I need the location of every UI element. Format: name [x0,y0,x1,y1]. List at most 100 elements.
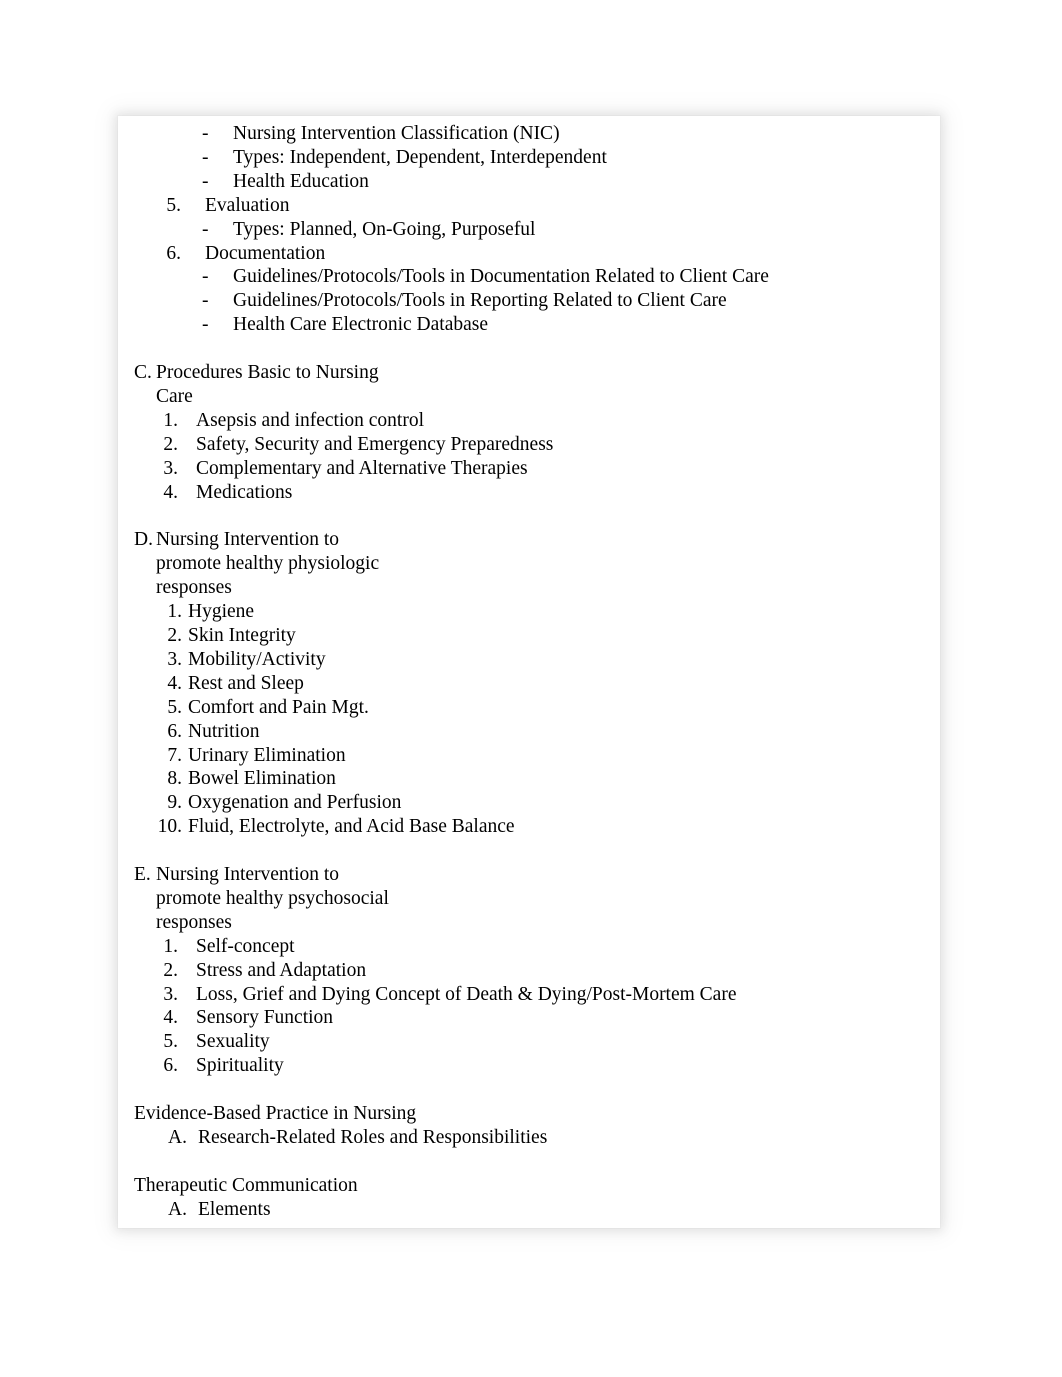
section-title: Therapeutic Communication [134,1174,358,1196]
document-page: - Nursing Intervention Classification (N… [118,116,940,1228]
section-title-continued: Care [156,385,193,407]
list-number: 8. [167,768,182,790]
section-title: Procedures Basic to Nursing [156,362,379,384]
list-item-label: Sensory Function [196,1007,334,1029]
list-number: 5. [163,1031,178,1053]
outline-section-evidence-based-practice: Evidence-Based Practice in Nursing A. Re… [118,1102,940,1150]
list-number: 1. [167,601,182,623]
list-item: 2. Safety, Security and Emergency Prepar… [118,433,940,457]
list-item-label: Documentation [205,242,326,264]
list-item-label: Self-concept [196,935,295,957]
list-letter: A. [168,1198,187,1220]
list-item: 1. Asepsis and infection control [118,409,940,433]
section-d-list: 1. Hygiene 2. Skin Integrity 3. Mobility… [118,600,940,839]
section-title-continued-2: responses [156,577,232,599]
dash-list-item: - Health Education [118,170,940,194]
list-item-label: Fluid, Electrolyte, and Acid Base Balanc… [188,816,515,838]
section-title-continued-2: responses [156,911,232,933]
section-heading-c: C. Procedures Basic to Nursing Care [118,361,940,409]
list-item: 4. Sensory Function [118,1006,940,1030]
list-item-label: Spirituality [196,1055,284,1077]
list-item: 3. Mobility/Activity [118,648,940,672]
dash-list-item: - Types: Planned, On-Going, Purposeful [118,218,940,242]
dash-bullet-icon: - [202,314,209,336]
list-item-label: Evaluation [205,194,290,216]
list-item: 2. Stress and Adaptation [118,959,940,983]
dash-item-label: Guidelines/Protocols/Tools in Documentat… [233,266,769,288]
list-number: 1. [163,409,178,431]
list-item: 10. Fluid, Electrolyte, and Acid Base Ba… [118,815,940,839]
list-number: 9. [167,792,182,814]
outline-section-c: C. Procedures Basic to Nursing Care 1. A… [118,361,940,504]
list-item: 2. Skin Integrity [118,624,940,648]
list-item: 5. Sexuality [118,1030,940,1054]
list-item-label: Loss, Grief and Dying Concept of Death &… [196,983,737,1005]
list-number: 6. [167,720,182,742]
list-number: 4. [163,1007,178,1029]
section-c-list: 1. Asepsis and infection control 2. Safe… [118,409,940,505]
section-title-continued: promote healthy psychosocial [156,887,389,909]
dash-list-item: - Health Care Electronic Database [118,313,940,337]
list-item-label: Asepsis and infection control [196,409,424,431]
dash-list-item: - Types: Independent, Dependent, Interde… [118,146,940,170]
list-letter: A. [168,1127,187,1148]
section-heading-d: D. Nursing Intervention to promote healt… [118,528,940,600]
screenshot-canvas: - Nursing Intervention Classification (N… [0,0,1062,1377]
list-item-label: Elements [198,1198,271,1220]
dash-bullet-icon: - [202,218,209,240]
list-item-label: Mobility/Activity [188,648,326,670]
list-item: 8. Bowel Elimination [118,767,940,791]
list-item-label: Skin Integrity [188,625,296,646]
list-item-label: Hygiene [188,601,255,623]
dash-bullet-icon: - [202,266,209,288]
numbered-list-item-documentation: 6. Documentation [118,242,940,266]
section-heading-e: E. Nursing Intervention to promote healt… [118,863,940,935]
dash-item-label: Types: Planned, On-Going, Purposeful [233,218,536,240]
document-text-body: - Nursing Intervention Classification (N… [118,116,940,1222]
numbered-list-item-evaluation: 5. Evaluation [118,194,940,218]
list-item: 4. Rest and Sleep [118,672,940,696]
section-e-list: 1. Self-concept 2. Stress and Adaptation… [118,935,940,1078]
list-number: 4. [167,672,182,694]
list-number: 5. [166,194,181,216]
list-item-label: Sexuality [196,1031,270,1053]
list-number: 4. [163,481,178,503]
list-item-label: Complementary and Alternative Therapies [196,457,528,479]
list-item-label: Bowel Elimination [188,768,336,790]
list-number: 10. [157,816,182,838]
dash-bullet-icon: - [202,170,209,192]
dash-list-item: - Guidelines/Protocols/Tools in Document… [118,265,940,289]
list-item: 7. Urinary Elimination [118,744,940,768]
outline-top-fragment: - Nursing Intervention Classification (N… [118,122,940,337]
list-number: 7. [167,744,182,766]
section-title: Evidence-Based Practice in Nursing [134,1103,417,1125]
dash-bullet-icon: - [202,123,209,144]
list-item: 6. Spirituality [118,1054,940,1078]
dash-item-label: Types: Independent, Dependent, Interdepe… [233,146,607,168]
list-item-label: Stress and Adaptation [196,959,367,981]
section-title: Nursing Intervention to [156,864,340,886]
list-number: 2. [167,625,182,646]
dash-bullet-icon: - [202,146,209,168]
list-item: 4. Medications [118,481,940,505]
list-item: 9. Oxygenation and Perfusion [118,791,940,815]
section-title: Nursing Intervention to [156,529,340,551]
dash-item-label: Nursing Intervention Classification (NIC… [233,123,560,144]
dash-item-label: Health Education [233,170,369,192]
list-item: 1. Self-concept [118,935,940,959]
list-item-label: Oxygenation and Perfusion [188,792,402,814]
list-item: 3. Complementary and Alternative Therapi… [118,457,940,481]
list-number: 3. [163,457,178,479]
dash-list-item: - Nursing Intervention Classification (N… [118,122,940,146]
list-item-label: Nutrition [188,720,260,742]
section-letter: D. [134,529,153,551]
section-letter: E. [134,864,151,886]
outline-section-therapeutic-communication: Therapeutic Communication A. Elements [118,1174,940,1222]
list-item-label: Safety, Security and Emergency Preparedn… [196,433,554,455]
dash-bullet-icon: - [202,290,209,312]
dash-item-label: Guidelines/Protocols/Tools in Reporting … [233,290,727,312]
list-item: 3. Loss, Grief and Dying Concept of Deat… [118,983,940,1007]
